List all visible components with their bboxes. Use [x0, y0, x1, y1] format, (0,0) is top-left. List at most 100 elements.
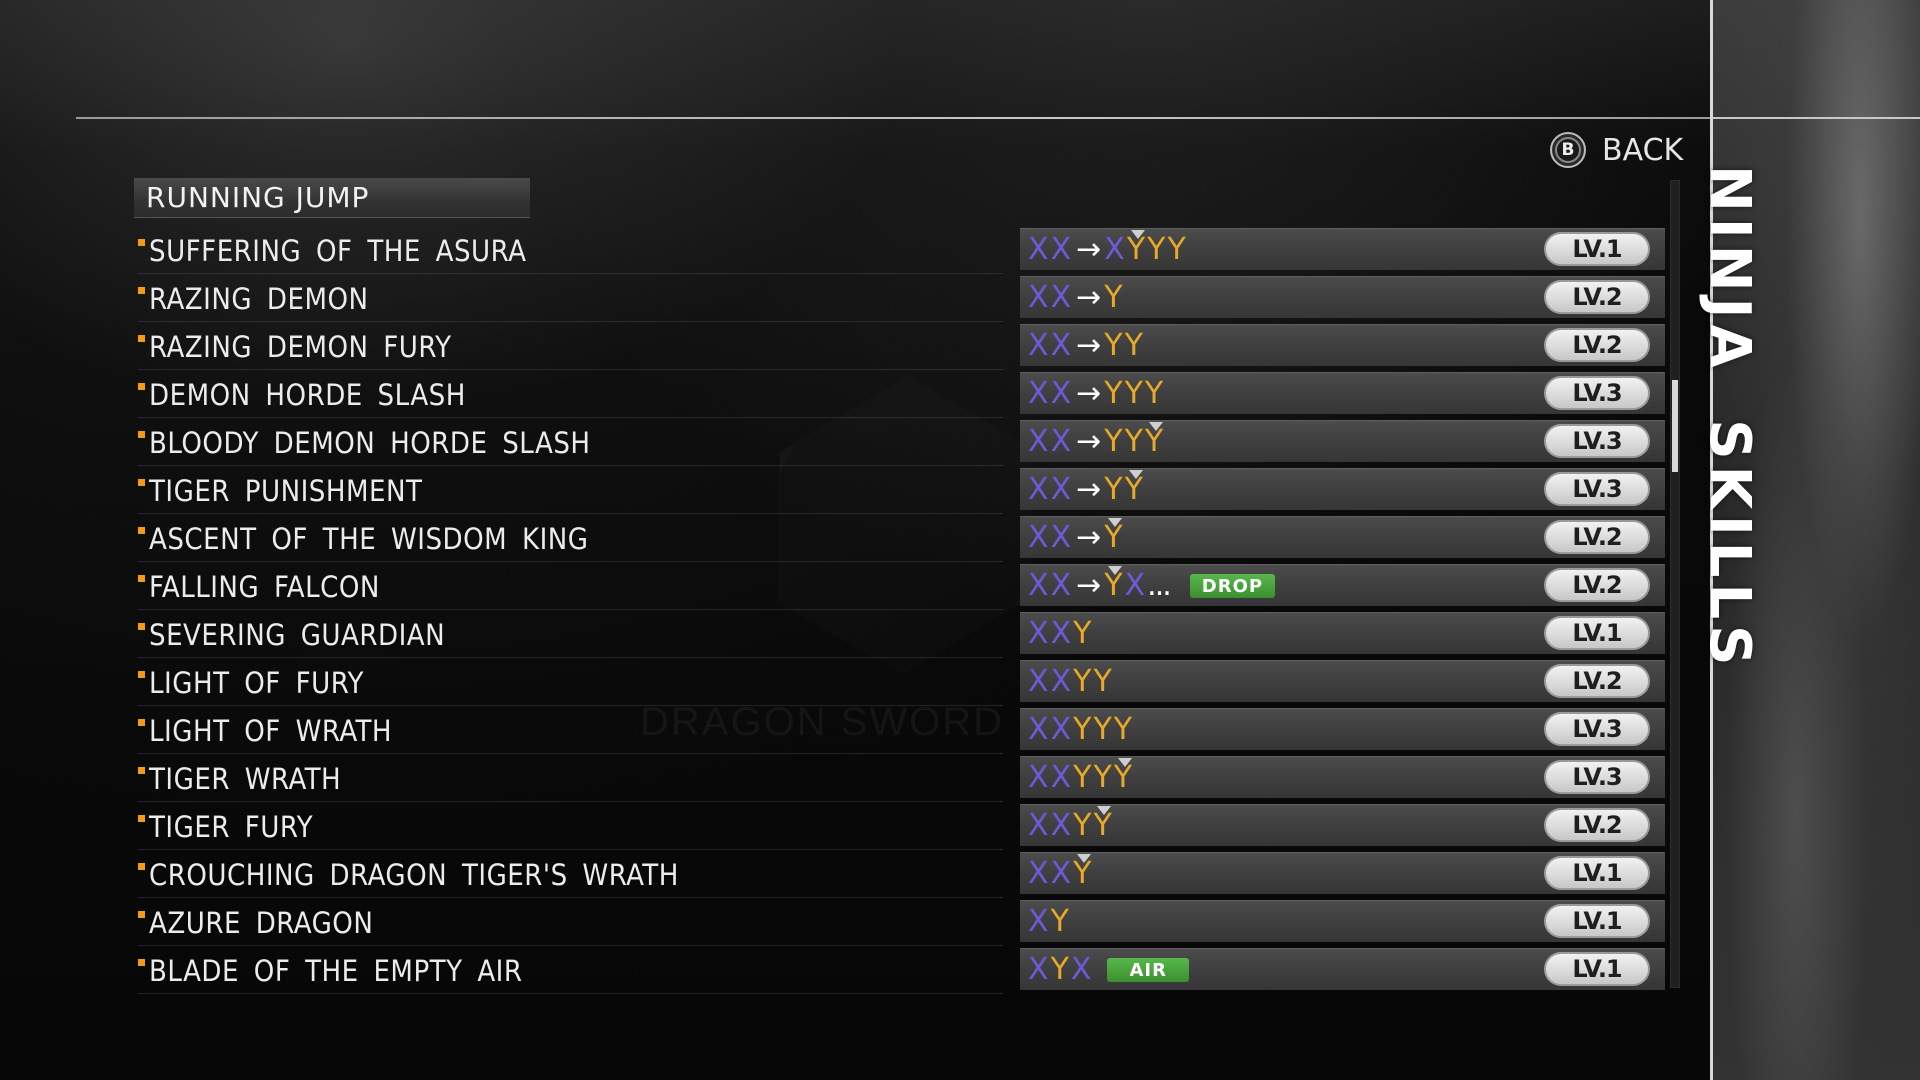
bullet-icon [138, 287, 145, 294]
y-button-icon: Y [1073, 615, 1092, 651]
x-button-icon: X [1028, 279, 1049, 315]
x-button-icon: X [1028, 807, 1049, 843]
scrollbar-thumb[interactable] [1672, 380, 1678, 473]
bullet-icon [138, 431, 145, 438]
level-badge: LV.2 [1544, 520, 1650, 554]
level-badge: LV.1 [1544, 904, 1650, 938]
skill-name: SEVERING GUARDIAN [138, 612, 1003, 658]
y-button-icon: Y [1050, 951, 1069, 987]
level-badge: LV.1 [1544, 232, 1650, 266]
x-button-icon: X [1070, 951, 1092, 987]
x-button-icon: X [1028, 951, 1049, 987]
y-button-icon: Y [1113, 711, 1133, 747]
skill-row[interactable]: TIGER PUNISHMENT X X → Y Y LV.3 [138, 468, 1665, 516]
x-button-icon: X [1050, 327, 1072, 363]
x-button-icon: X [1050, 471, 1072, 507]
y-button-icon: Y [1104, 423, 1123, 459]
skill-row[interactable]: AZURE DRAGON X Y LV.1 [138, 900, 1665, 948]
skill-row[interactable]: LIGHT OF WRATH X X Y Y Y LV.3 [138, 708, 1665, 756]
x-button-icon: X [1028, 711, 1049, 747]
level-badge: LV.2 [1544, 568, 1650, 602]
y-hold-button-icon: Y [1093, 805, 1112, 843]
skill-name: AZURE DRAGON [138, 900, 1003, 946]
x-button-icon: X [1050, 759, 1072, 795]
y-button-icon: Y [1144, 375, 1164, 411]
y-hold-button-icon: Y [1073, 853, 1092, 891]
skill-row[interactable]: TIGER FURY X X Y Y LV.2 [138, 804, 1665, 852]
side-divider [1713, 117, 1920, 119]
bullet-icon [138, 575, 145, 582]
skill-name-label: BLADE OF THE EMPTY AIR [149, 953, 523, 988]
level-badge: LV.1 [1544, 952, 1650, 986]
x-button-icon: X [1050, 231, 1072, 267]
skill-row[interactable]: BLADE OF THE EMPTY AIR X Y X AIR LV.1 [138, 948, 1665, 996]
x-button-icon: X [1028, 855, 1049, 891]
bullet-icon [138, 911, 145, 918]
ninja-skills-screen: DRAGON SWORD NINJA SKILLS B BACK RUNNING… [0, 0, 1920, 1080]
y-button-icon: Y [1147, 231, 1166, 267]
y-hold-button-icon: Y [1104, 517, 1123, 555]
y-button-icon: Y [1104, 327, 1123, 363]
skill-name-label: TIGER WRATH [149, 761, 342, 796]
skill-name-label: RAZING DEMON [149, 281, 369, 316]
arrow-right-icon: → [1076, 327, 1102, 363]
skill-list: SUFFERING OF THE ASURA X X → X Y Y Y LV.1 RAZING … [138, 228, 1665, 996]
skill-name: FALLING FALCON [138, 564, 1003, 610]
y-button-icon: Y [1104, 279, 1123, 315]
skill-row[interactable]: TIGER WRATH X X Y Y Y LV.3 [138, 756, 1665, 804]
y-button-icon: Y [1050, 903, 1069, 939]
level-badge: LV.3 [1544, 712, 1650, 746]
skill-name: TIGER WRATH [138, 756, 1003, 802]
skill-row[interactable]: BLOODY DEMON HORDE SLASH X X → Y Y Y LV.3 [138, 420, 1665, 468]
x-button-icon: X [1028, 903, 1049, 939]
x-button-icon: X [1050, 807, 1072, 843]
arrow-right-icon: → [1076, 519, 1102, 555]
arrow-right-icon: → [1076, 423, 1102, 459]
y-button-icon: Y [1167, 231, 1186, 267]
y-button-icon: Y [1073, 711, 1092, 747]
back-button[interactable]: B BACK [1550, 130, 1683, 170]
x-button-icon: X [1050, 519, 1072, 555]
x-button-icon: X [1028, 471, 1049, 507]
skill-name: DEMON HORDE SLASH [138, 372, 1003, 418]
y-button-icon: Y [1124, 375, 1143, 411]
bullet-icon [138, 623, 145, 630]
skill-row[interactable]: SUFFERING OF THE ASURA X X → X Y Y Y LV.1 [138, 228, 1665, 276]
skill-name: CROUCHING DRAGON TIGER'S WRATH [138, 852, 1003, 898]
scrollbar-track[interactable] [1670, 180, 1680, 988]
y-button-icon: Y [1073, 807, 1092, 843]
air-tag: AIR [1107, 957, 1189, 982]
skill-row[interactable]: RAZING DEMON X X → Y LV.2 [138, 276, 1665, 324]
y-button-icon: Y [1093, 711, 1112, 747]
x-button-icon: X [1050, 279, 1072, 315]
x-button-icon: X [1050, 423, 1072, 459]
bullet-icon [138, 815, 145, 822]
skill-row[interactable]: RAZING DEMON FURY X X → Y Y LV.2 [138, 324, 1665, 372]
level-badge: LV.2 [1544, 808, 1650, 842]
y-hold-button-icon: Y [1126, 229, 1146, 267]
skill-row[interactable]: ASCENT OF THE WISDOM KING X X → Y LV.2 [138, 516, 1665, 564]
back-label: BACK [1602, 132, 1684, 168]
skill-name-label: BLOODY DEMON HORDE SLASH [149, 425, 591, 460]
skill-row[interactable]: SEVERING GUARDIAN X X Y LV.1 [138, 612, 1665, 660]
bullet-icon [138, 239, 145, 246]
x-button-icon: X [1028, 231, 1049, 267]
screen-title: NINJA SKILLS [1697, 165, 1762, 672]
x-button-icon: X [1028, 759, 1049, 795]
x-button-icon: X [1028, 567, 1049, 603]
y-button-icon: Y [1124, 327, 1143, 363]
skill-name-label: FALLING FALCON [149, 569, 380, 604]
skill-name: LIGHT OF FURY [138, 660, 1003, 706]
arrow-right-icon: → [1076, 567, 1102, 603]
skill-row[interactable]: DEMON HORDE SLASH X X → Y Y Y LV.3 [138, 372, 1665, 420]
bullet-icon [138, 527, 145, 534]
level-badge: LV.2 [1544, 280, 1650, 314]
skill-name: RAZING DEMON [138, 276, 1003, 322]
level-badge: LV.1 [1544, 616, 1650, 650]
x-button-icon: X [1028, 327, 1049, 363]
skill-row[interactable]: LIGHT OF FURY X X Y Y LV.2 [138, 660, 1665, 708]
bullet-icon [138, 767, 145, 774]
skill-row[interactable]: CROUCHING DRAGON TIGER'S WRATH X X Y LV.1 [138, 852, 1665, 900]
skill-row[interactable]: FALLING FALCON X X → Y X... DROP LV.2 [138, 564, 1665, 612]
skill-name: SUFFERING OF THE ASURA [138, 228, 1003, 274]
